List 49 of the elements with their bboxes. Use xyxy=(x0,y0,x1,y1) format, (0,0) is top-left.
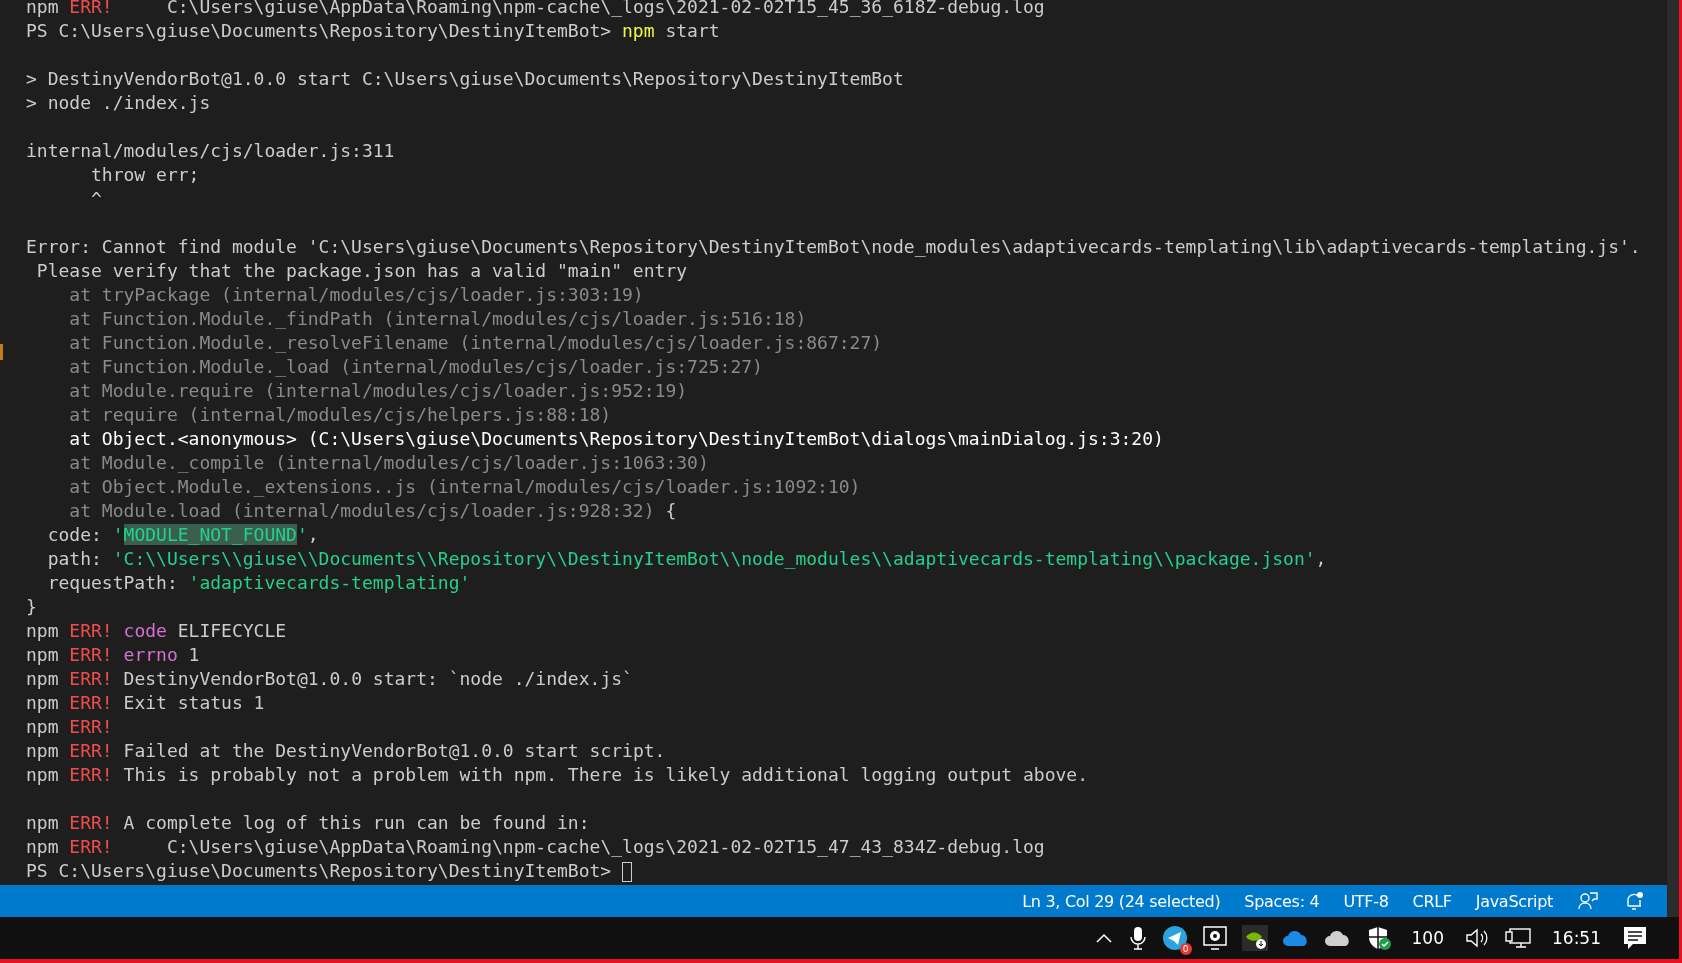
clock[interactable]: 16:51 xyxy=(1552,928,1601,948)
terminal-line: at Object.Module._extensions..js (internal/modules/cjs/loader.js:1092:10) xyxy=(68,475,862,499)
terminal-line: path: 'C:\\Users\\giuse\\Documents\\Repository\\DestinyItemBot\\node_modules\\adaptivecards-templating\\package.json', xyxy=(46,547,1328,571)
battery-level: 100 xyxy=(1411,928,1444,948)
terminal-line: npm ERR! Exit status 1 xyxy=(26,691,266,715)
terminal-line: at Function.Module._load (internal/modules/cjs/loader.js:725:27) xyxy=(68,355,764,379)
terminal-line: PS C:\Users\giuse\Documents\Repository\DestinyItemBot> npm start xyxy=(26,19,721,43)
terminal-line: at Object.<anonymous> (C:\Users\giuse\Documents\Repository\DestinyItemBot\dialogs\mainDialog.js:3:20) xyxy=(68,427,1165,451)
network-icon[interactable] xyxy=(1504,926,1532,950)
terminal-line: npm ERR! code ELIFECYCLE xyxy=(26,619,288,643)
text-cursor xyxy=(622,862,633,882)
feedback-icon[interactable] xyxy=(1577,890,1599,912)
terminal-line: internal/modules/cjs/loader.js:311 xyxy=(26,139,396,163)
terminal-line: at Module.require (internal/modules/cjs/loader.js:952:19) xyxy=(68,379,689,403)
status-item[interactable]: UTF-8 xyxy=(1343,891,1389,911)
terminal-line: } xyxy=(26,595,38,619)
terminal-line: npm ERR! xyxy=(26,715,114,739)
gutter-mark xyxy=(0,344,3,360)
terminal-line: at tryPackage (internal/modules/cjs/loader.js:303:19) xyxy=(68,283,645,307)
speaker-icon[interactable] xyxy=(1464,926,1490,950)
cloud-icon[interactable] xyxy=(1323,928,1352,948)
terminal-line: npm ERR! This is probably not a problem with npm. There is likely additional logging output above. xyxy=(26,763,1090,787)
terminal-line: at Module.load (internal/modules/cjs/loader.js:928:32) { xyxy=(68,499,678,523)
notification-icon[interactable] xyxy=(1621,924,1649,952)
terminal-line: throw err; xyxy=(90,163,201,187)
terminal-line: npm ERR! A complete log of this run can be found in: xyxy=(26,811,591,835)
terminal-line: requestPath: 'adaptivecards-templating' xyxy=(46,571,472,595)
terminal-line: > node ./index.js xyxy=(26,91,212,115)
terminal-line: at Function.Module._findPath (internal/modules/cjs/loader.js:516:18) xyxy=(68,307,808,331)
terminal-line: at require (internal/modules/cjs/helpers.js:88:18) xyxy=(68,403,613,427)
prompt-line: PS C:\Users\giuse\Documents\Repository\DestinyItemBot> xyxy=(26,859,1667,883)
terminal-line: npm ERR! C:\Users\giuse\AppData\Roaming\npm-cache\_logs\2021-02-02T15_45_36_618Z-debug.log xyxy=(26,0,1046,19)
terminal-line: > DestinyVendorBot@1.0.0 start C:\Users\giuse\Documents\Repository\DestinyItemBot xyxy=(26,67,905,91)
terminal-line: npm ERR! errno 1 xyxy=(26,643,201,667)
terminal-line: npm ERR! DestinyVendorBot@1.0.0 start: `node ./index.js` xyxy=(26,667,634,691)
status-item[interactable]: Spaces: 4 xyxy=(1244,891,1320,911)
status-item[interactable]: CRLF xyxy=(1412,891,1452,911)
terminal-line: at Function.Module._resolveFilename (internal/modules/cjs/loader.js:867:27) xyxy=(68,331,884,355)
terminal-line: Please verify that the package.json has a valid "main" entry xyxy=(35,259,689,283)
cloud-icon[interactable] xyxy=(1281,928,1310,948)
paper-plane-icon[interactable] xyxy=(1161,925,1188,951)
microphone-icon[interactable] xyxy=(1127,925,1148,951)
terminal-line: npm ERR! Failed at the DestinyVendorBot@1.0.0 start script. xyxy=(26,739,667,763)
status-item[interactable]: Ln 3, Col 29 (24 selected) xyxy=(1022,891,1221,911)
status-item[interactable]: JavaScript xyxy=(1475,891,1553,911)
terminal-line: ^ xyxy=(90,187,103,211)
terminal-line: npm ERR! C:\Users\giuse\AppData\Roaming\npm-cache\_logs\2021-02-02T15_47_43_834Z-debug.log xyxy=(26,835,1046,859)
terminal-line: Error: Cannot find module 'C:\Users\giuse\Documents\Repository\DestinyItemBot\node_modules\adaptivecards-templating\lib\adaptivecards-templating.js'. xyxy=(26,235,1642,259)
terminal-line: at Module._compile (internal/modules/cjs/loader.js:1063:30) xyxy=(68,451,710,475)
